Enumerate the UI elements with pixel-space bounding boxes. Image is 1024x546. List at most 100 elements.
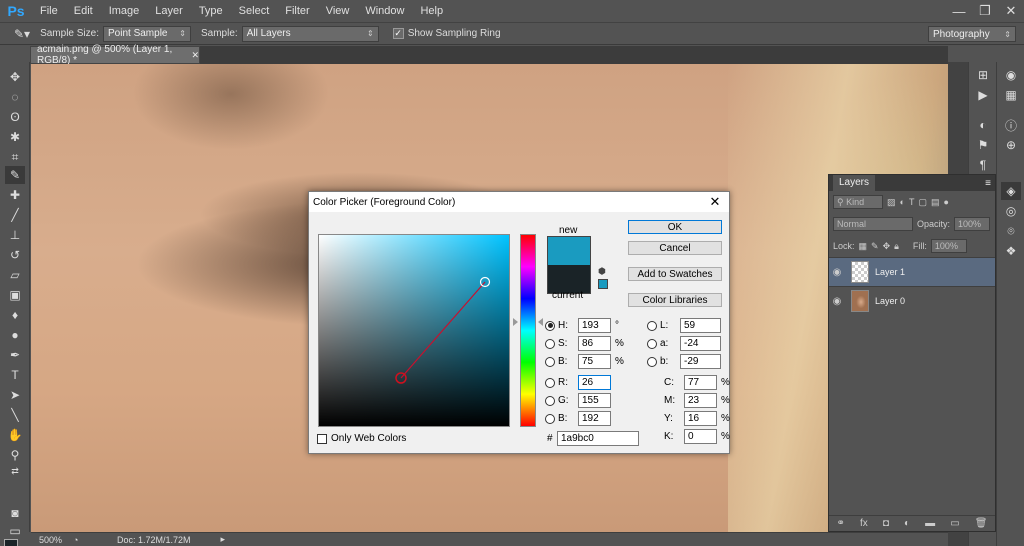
menu-view[interactable]: View [318, 0, 358, 22]
menu-window[interactable]: Window [357, 0, 412, 22]
layer-style-icon[interactable]: fx [860, 518, 868, 529]
red-field[interactable]: 26 [578, 375, 611, 390]
adjustment-layer-icon[interactable]: ◐ [904, 518, 910, 529]
actions-panel-icon[interactable]: ▶ [973, 86, 993, 104]
ok-button[interactable]: OK [628, 220, 722, 234]
shape-filter-icon[interactable]: ▢ [918, 197, 927, 208]
green-field[interactable]: 155 [578, 393, 611, 408]
healing-brush-tool-icon[interactable]: ✚ [5, 186, 25, 204]
gradient-tool-icon[interactable]: ▣ [5, 286, 25, 304]
menu-help[interactable]: Help [412, 0, 451, 22]
lock-transparent-icon[interactable]: ▦ [859, 241, 868, 252]
link-layers-icon[interactable]: ⚭ [837, 518, 845, 529]
new-group-icon[interactable]: ▬ [925, 518, 935, 529]
web-safe-color-swatch[interactable] [598, 279, 608, 289]
brightness-field[interactable]: 75 [578, 354, 611, 369]
a-channel-field[interactable]: -24 [680, 336, 721, 351]
blur-tool-icon[interactable]: ♦ [5, 306, 25, 324]
hue-radio[interactable] [545, 320, 555, 331]
type-tool-icon[interactable]: T [5, 366, 25, 384]
paragraph-panel-icon[interactable]: ¶ [973, 156, 993, 174]
lock-position-icon[interactable]: ✥ [883, 241, 891, 252]
foreground-color-swatch[interactable] [4, 539, 18, 546]
close-icon[interactable]: ✕ [707, 194, 723, 210]
saturation-field[interactable]: 86 [578, 336, 611, 351]
document-tab[interactable]: acmain.png @ 500% (Layer 1, RGB/8) * ✕ [30, 44, 200, 66]
layer-row-layer-0[interactable]: ◉ Layer 0 [829, 286, 995, 315]
sample-size-select[interactable]: Point Sample ⇕ [103, 25, 191, 42]
history-panel-icon[interactable]: ⊞ [973, 66, 993, 84]
brush-tool-icon[interactable]: ╱ [5, 206, 25, 224]
magenta-field[interactable]: 23 [684, 393, 717, 408]
menu-type[interactable]: Type [191, 0, 231, 22]
new-layer-icon[interactable]: ▭ [950, 518, 959, 529]
layers-tab[interactable]: Layers [833, 175, 876, 191]
move-tool-icon[interactable]: ✥ [5, 68, 25, 86]
swatches-panel-icon[interactable]: ▦ [1001, 86, 1021, 104]
black-field[interactable]: 0 [684, 429, 717, 444]
layer-kind-select[interactable]: ⚲ Kind [833, 195, 883, 209]
pixel-filter-icon[interactable]: ▨ [887, 197, 896, 208]
lightness-field[interactable]: 59 [680, 318, 721, 333]
minimize-button[interactable]: — [946, 0, 972, 22]
yellow-field[interactable]: 16 [684, 411, 717, 426]
path-selection-tool-icon[interactable]: ➤ [5, 386, 25, 404]
channels-panel-icon[interactable]: ◎ [1001, 202, 1021, 220]
sample-select[interactable]: All Layers ⇕ [241, 25, 379, 42]
paths-panel-icon[interactable]: ⌾ [1001, 222, 1021, 240]
menu-layer[interactable]: Layer [147, 0, 191, 22]
hand-tool-icon[interactable]: ✋ [5, 426, 25, 444]
clone-stamp-tool-icon[interactable]: ⊥ [5, 226, 25, 244]
line-tool-icon[interactable]: ╲ [5, 406, 25, 424]
saturation-radio[interactable] [545, 338, 555, 349]
marquee-tool-icon[interactable]: ◌ [5, 88, 25, 106]
layer-row-layer-1[interactable]: ◉ Layer 1 [829, 257, 995, 286]
pen-tool-icon[interactable]: ✒ [5, 346, 25, 364]
eraser-tool-icon[interactable]: ▱ [5, 266, 25, 284]
info-panel-icon[interactable]: ⓘ [1001, 116, 1021, 134]
cancel-button[interactable]: Cancel [628, 241, 722, 255]
lock-image-icon[interactable]: ✎ [871, 241, 879, 252]
b-channel-field[interactable]: -29 [680, 354, 721, 369]
smart-object-filter-icon[interactable]: ▤ [931, 197, 940, 208]
swap-colors-icon[interactable]: ⇄ [5, 462, 25, 480]
visibility-eye-icon[interactable]: ◉ [829, 296, 845, 307]
adjustments-panel-icon[interactable]: ◐ [973, 116, 993, 134]
maximize-button[interactable]: ❐ [972, 0, 998, 22]
navigator-panel-icon[interactable]: ⊕ [1001, 136, 1021, 154]
close-tab-icon[interactable]: ✕ [191, 50, 199, 61]
adjustment-filter-icon[interactable]: ◐ [900, 197, 905, 207]
color-libraries-button[interactable]: Color Libraries [628, 293, 722, 307]
cyan-field[interactable]: 77 [684, 375, 717, 390]
zoom-level[interactable]: 500% [39, 535, 73, 545]
lock-all-icon[interactable]: 🔒︎ [894, 241, 899, 252]
close-button[interactable]: ✕ [998, 0, 1024, 22]
only-web-colors-checkbox[interactable] [317, 433, 327, 444]
show-sampling-ring-checkbox[interactable]: ✓ [392, 28, 404, 39]
hue-slider[interactable] [520, 234, 536, 427]
add-to-swatches-button[interactable]: Add to Swatches [628, 267, 722, 281]
hue-field[interactable]: 193 [578, 318, 611, 333]
menu-filter[interactable]: Filter [277, 0, 317, 22]
opacity-input[interactable]: 100% [954, 217, 991, 231]
add-mask-icon[interactable]: ◘ [883, 518, 889, 529]
dodge-tool-icon[interactable]: ● [5, 326, 25, 344]
workspace-select[interactable]: Photography ⇕ [928, 26, 1016, 42]
quick-mask-icon[interactable]: ◙ [5, 504, 25, 522]
delete-layer-icon[interactable]: 🗑︎ [975, 518, 988, 529]
quick-selection-tool-icon[interactable]: ✱ [5, 128, 25, 146]
type-filter-icon[interactable]: T [909, 197, 915, 207]
blend-mode-select[interactable]: Normal [833, 217, 913, 231]
share-icon[interactable]: ◔ [73, 535, 87, 545]
fill-input[interactable]: 100% [930, 239, 967, 253]
green-radio[interactable] [545, 395, 555, 406]
menu-file[interactable]: File [32, 0, 66, 22]
lightness-radio[interactable] [647, 320, 657, 331]
color-panel-icon[interactable]: ◉ [1001, 66, 1021, 84]
menu-select[interactable]: Select [231, 0, 278, 22]
visibility-eye-icon[interactable]: ◉ [829, 267, 845, 278]
layers-panel-icon[interactable]: ◈ [1001, 182, 1021, 200]
lasso-tool-icon[interactable]: ʘ [5, 108, 25, 126]
blue-field[interactable]: 192 [578, 411, 611, 426]
color-field[interactable] [318, 234, 510, 427]
